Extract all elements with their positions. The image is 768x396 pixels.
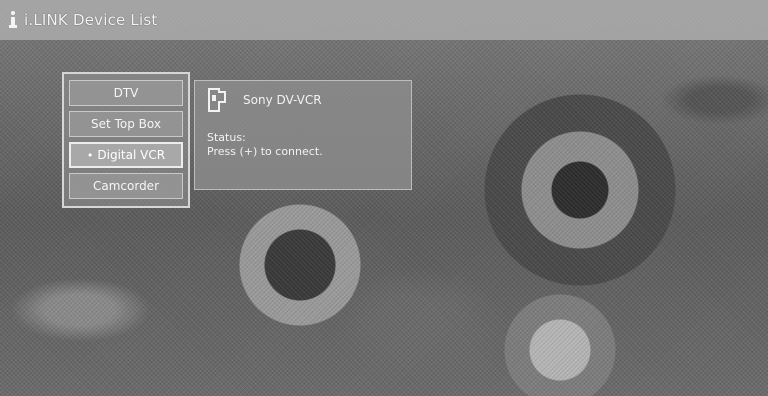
device-item-label: DTV — [113, 86, 139, 100]
device-item-set-top-box[interactable]: Set Top Box — [69, 111, 183, 137]
device-name: Sony DV-VCR — [243, 93, 322, 107]
device-list: DTV Set Top Box • Digital VCR Camcorder — [62, 72, 190, 208]
device-item-camcorder[interactable]: Camcorder — [69, 173, 183, 199]
device-item-digital-vcr[interactable]: • Digital VCR — [69, 142, 183, 168]
ilink-logo-icon — [6, 9, 20, 31]
title-bar: i.LINK Device List — [0, 0, 768, 40]
dv-vcr-device-icon — [207, 87, 227, 113]
status-message: Press (+) to connect. — [207, 145, 323, 158]
device-item-label: Camcorder — [92, 179, 160, 193]
selected-bullet-icon: • — [86, 148, 94, 162]
device-info-panel: Sony DV-VCR Status: Press (+) to connect… — [194, 80, 412, 190]
device-item-label: Set Top Box — [91, 117, 161, 131]
status-label: Status: — [207, 131, 246, 144]
tv-screen: i.LINK Device List DTV Set Top Box • Dig… — [0, 0, 768, 396]
page-title: i.LINK Device List — [24, 11, 158, 29]
device-item-label: Digital VCR — [97, 148, 166, 162]
device-item-dtv[interactable]: DTV — [69, 80, 183, 106]
